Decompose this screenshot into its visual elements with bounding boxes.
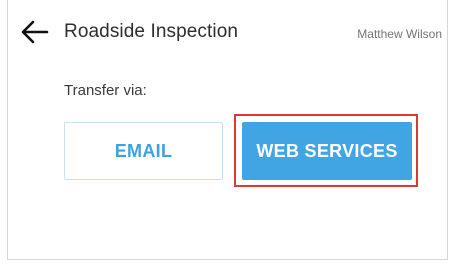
arrow-left-icon — [21, 20, 49, 44]
user-name: Matthew Wilson — [357, 27, 442, 41]
email-button[interactable]: EMAIL — [64, 122, 223, 180]
page-title: Roadside Inspection — [64, 21, 239, 42]
web-services-button[interactable]: WEB SERVICES — [242, 122, 412, 180]
back-button[interactable] — [18, 17, 50, 47]
transfer-via-label: Transfer via: — [64, 82, 147, 99]
